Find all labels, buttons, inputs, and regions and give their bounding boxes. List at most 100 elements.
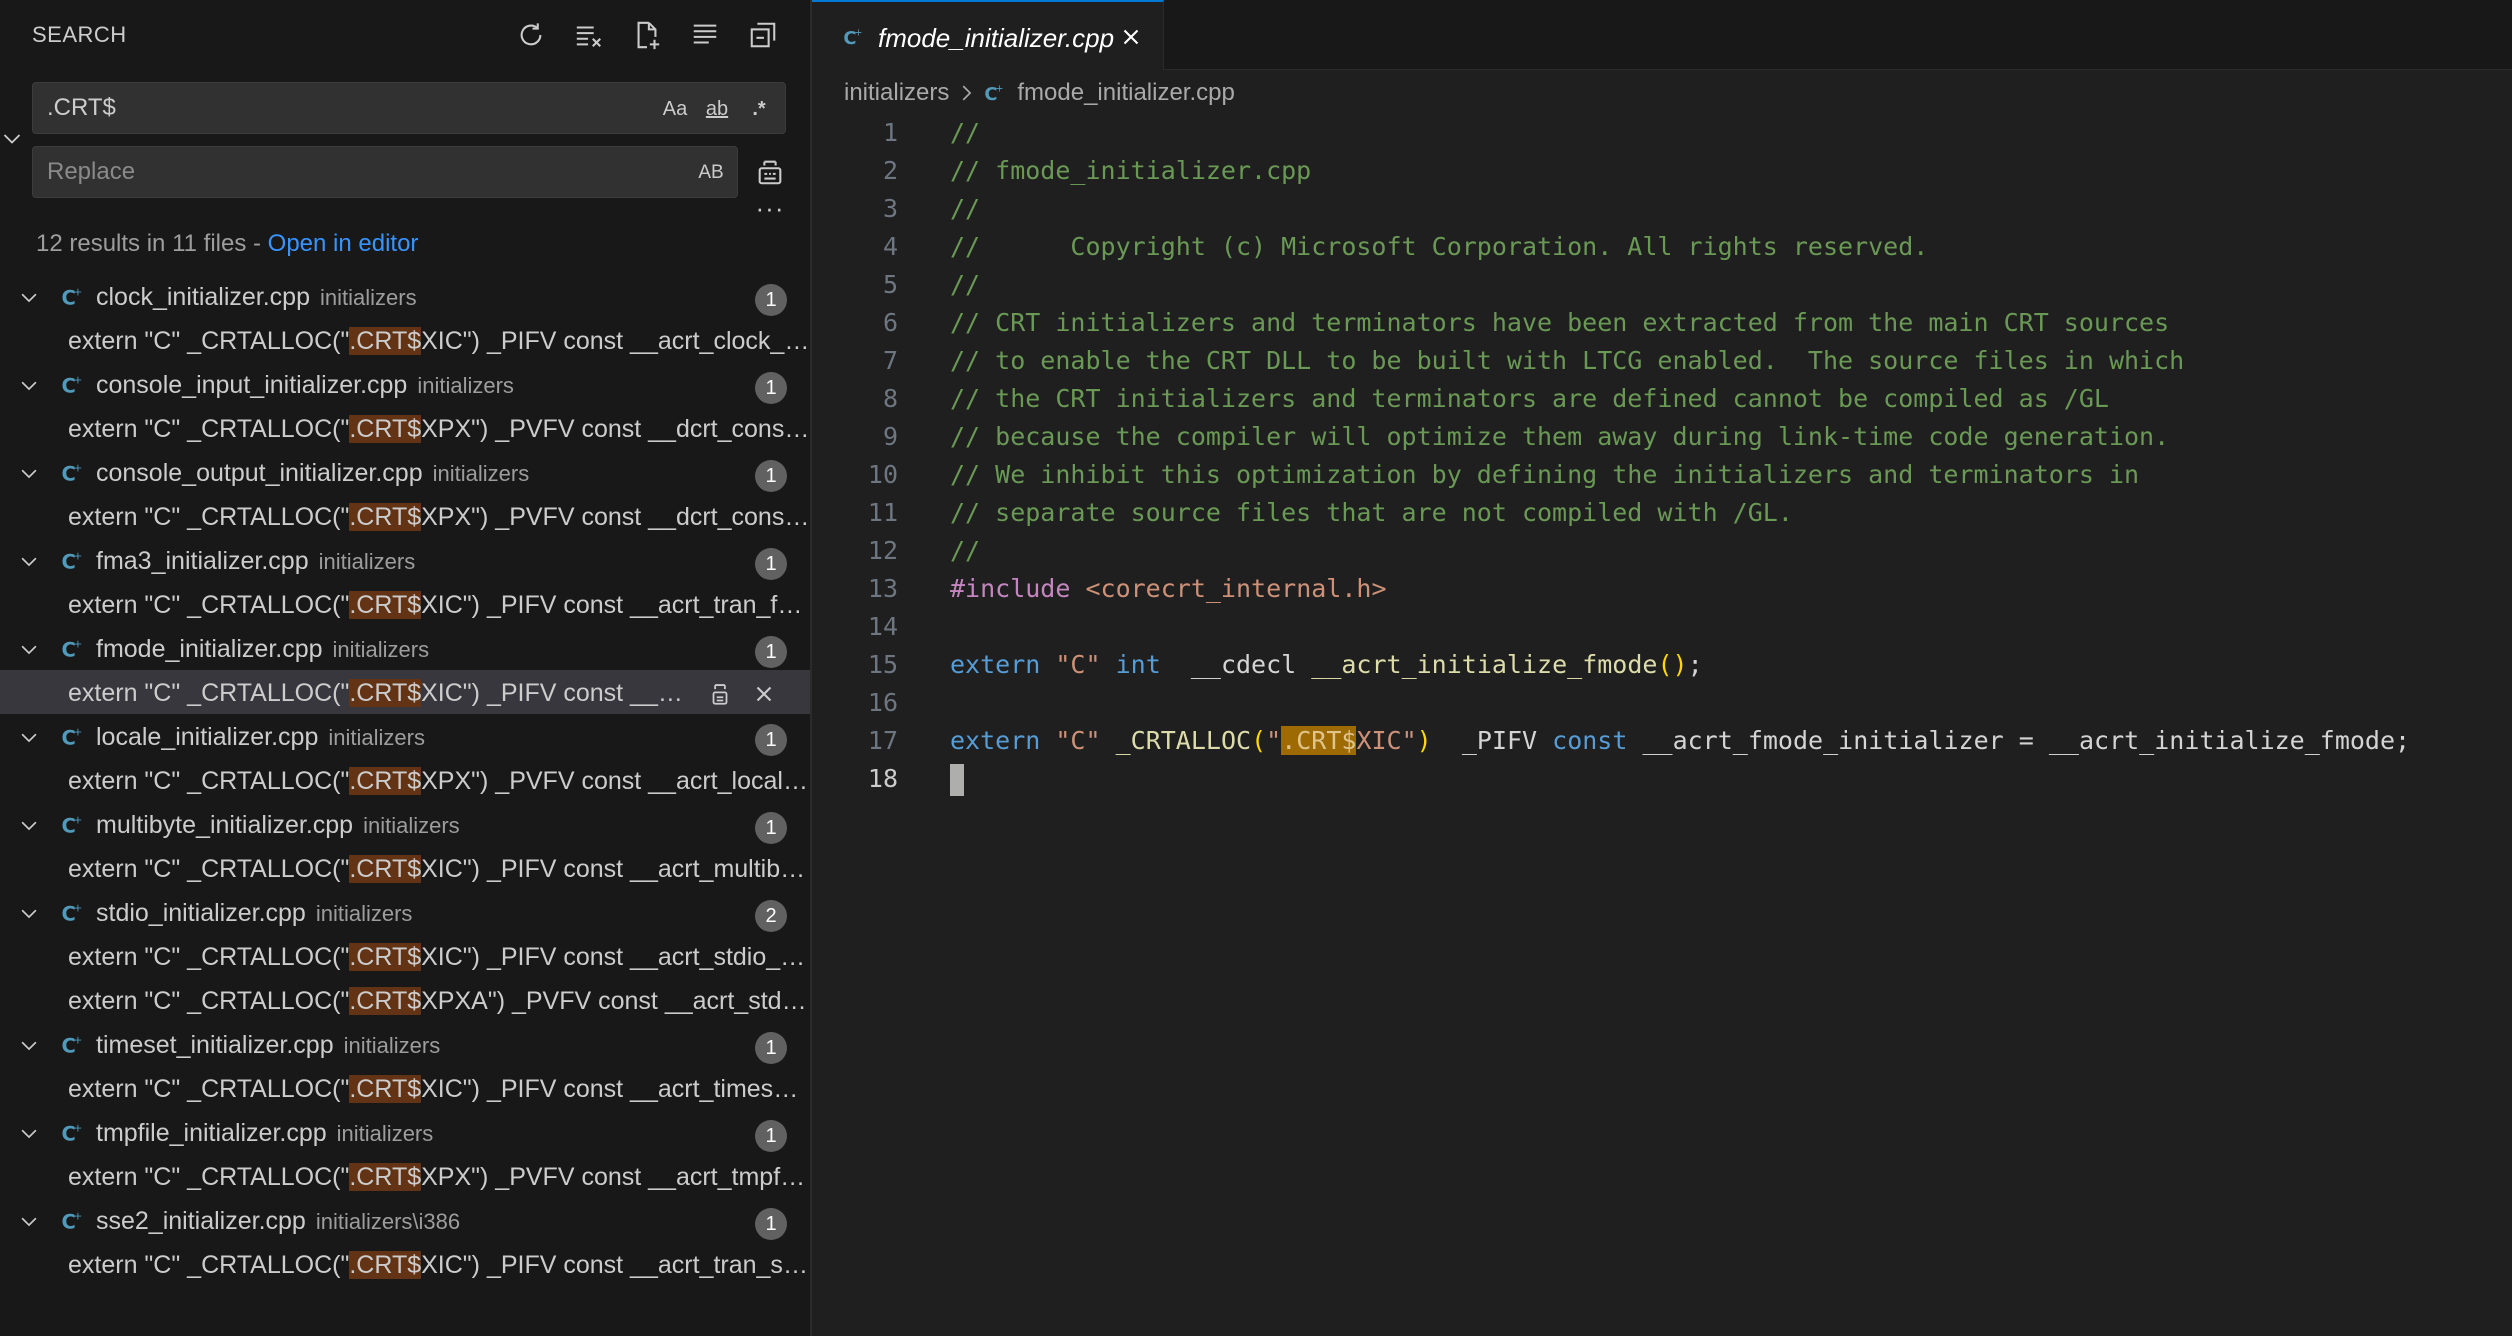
open-in-editor-link[interactable]: Open in editor [268, 230, 419, 257]
preserve-case-toggle[interactable]: AB [693, 156, 729, 190]
line-number: 4 [882, 232, 898, 261]
result-file-row[interactable]: C + fma3_initializer.cpp initializers 1 [0, 538, 810, 582]
code-token: extern [950, 650, 1041, 679]
search-sidebar: SEARCH Aa ab .* [0, 0, 812, 1336]
result-match-row[interactable]: extern "C" _CRTALLOC(".CRT$XIC") _PIFV c… [0, 1066, 810, 1110]
result-match-row[interactable]: extern "C" _CRTALLOC(".CRT$XPX") _PVFV c… [0, 494, 810, 538]
result-match-text: extern "C" _CRTALLOC(".CRT$XIC") _PIFV c… [68, 943, 810, 972]
view-as-tree-icon[interactable] [686, 16, 724, 54]
more-options-icon[interactable]: ··· [752, 195, 788, 228]
chevron-down-icon[interactable] [18, 726, 40, 748]
line-number: 6 [882, 308, 898, 337]
collapse-all-icon[interactable] [744, 16, 782, 54]
result-file-dir: initializers [336, 1121, 434, 1146]
result-count-badge: 1 [755, 724, 787, 756]
replace-all-icon[interactable] [752, 154, 788, 190]
result-file-row[interactable]: C + tmpfile_initializer.cpp initializers 1 [0, 1110, 810, 1154]
chevron-down-icon[interactable] [18, 1034, 40, 1056]
whole-word-toggle[interactable]: ab [699, 92, 735, 126]
match-suffix: XIC") _PIFV const __acrt_multibyte... [421, 855, 810, 883]
chevron-down-icon[interactable] [18, 1122, 40, 1144]
regex-toggle[interactable]: .* [741, 92, 777, 126]
code-token: ( [1251, 726, 1267, 755]
result-match-row[interactable]: extern "C" _CRTALLOC(".CRT$XIC") _PIFV c… [0, 582, 810, 626]
breadcrumb-folder[interactable]: initializers [844, 79, 949, 107]
line-number: 11 [867, 498, 898, 527]
dismiss-icon[interactable] [748, 678, 780, 710]
clear-results-icon[interactable] [570, 16, 608, 54]
replace-input[interactable] [33, 147, 737, 197]
match-highlight: .CRT$ [349, 327, 422, 355]
new-search-editor-icon[interactable] [628, 16, 666, 54]
result-file-row[interactable]: C + timeset_initializer.cpp initializers 1 [0, 1022, 810, 1066]
chevron-down-icon[interactable] [18, 814, 40, 836]
close-icon[interactable] [1118, 24, 1144, 50]
match-highlight: .CRT$ [349, 591, 422, 619]
code-line: 1 // [812, 114, 2512, 152]
cpp-file-icon: C + [60, 549, 84, 574]
result-file-row[interactable]: C + sse2_initializer.cpp initializers\i386 1 [0, 1198, 810, 1242]
line-text: // to enable the CRT DLL to be built wit… [950, 342, 2184, 380]
search-results-tree: C + clock_initializer.cpp initializers 1 exte… [0, 274, 810, 1286]
code-token: " [1266, 726, 1282, 755]
sidebar-title: SEARCH [32, 22, 127, 47]
tab-bar: C + fmode_initializer.cpp [812, 0, 2512, 70]
result-file-row[interactable]: C + stdio_initializer.cpp initializers 2 [0, 890, 810, 934]
line-number: 16 [867, 688, 898, 717]
code-token: // CRT initializers and terminators have… [950, 308, 2170, 337]
tab-label: fmode_initializer.cpp [878, 23, 1115, 53]
breadcrumb: initializers C + fmode_initializer.cpp [844, 78, 1235, 108]
chevron-down-icon[interactable] [18, 462, 40, 484]
code-line: 8 // the CRT initializers and terminators… [812, 380, 2512, 418]
match-suffix: XPX") _PVFV const __acrt_locale_te... [421, 767, 810, 795]
chevron-right-icon [955, 82, 977, 104]
chevron-down-icon[interactable] [18, 550, 40, 572]
result-match-row[interactable]: extern "C" _CRTALLOC(".CRT$XIC") _PIFV c… [0, 934, 810, 978]
result-file-row[interactable]: C + console_input_initializer.cpp initializ… [0, 362, 810, 406]
result-file-row[interactable]: C + locale_initializer.cpp initializers 1 [0, 714, 810, 758]
match-case-toggle[interactable]: Aa [657, 92, 693, 126]
match-highlight: .CRT$ [349, 855, 422, 883]
match-highlight: .CRT$ [349, 943, 422, 971]
result-match-row[interactable]: extern "C" _CRTALLOC(".CRT$XIC") _PIFV c… [0, 1242, 810, 1286]
refresh-icon[interactable] [512, 16, 550, 54]
result-match-row[interactable]: extern "C" _CRTALLOC(".CRT$XIC") _PIFV c… [0, 846, 810, 890]
code-token: // [950, 270, 981, 299]
code-token: int [1115, 650, 1161, 679]
result-match-row[interactable]: extern "C" _CRTALLOC(".CRT$XPX") _PVFV c… [0, 406, 810, 450]
tab-fmode-initializer[interactable]: C + fmode_initializer.cpp [812, 0, 1164, 70]
result-file-row[interactable]: C + multibyte_initializer.cpp initializers 1 [0, 802, 810, 846]
result-file-row[interactable]: C + clock_initializer.cpp initializers 1 [0, 274, 810, 318]
result-match-row[interactable]: extern "C" _CRTALLOC(".CRT$XPXA") _PVFV … [0, 978, 810, 1022]
replace-icon[interactable] [704, 678, 736, 710]
line-text: extern "C" int __cdecl __acrt_initialize… [950, 646, 1703, 684]
chevron-down-icon[interactable] [18, 902, 40, 924]
result-match-row[interactable]: extern "C" _CRTALLOC(".CRT$XPX") _PVFV c… [0, 1154, 810, 1198]
line-number: 10 [867, 460, 898, 489]
svg-text:+: + [854, 28, 862, 39]
line-number: 3 [882, 194, 898, 223]
result-file-name: fmode_initializer.cpp initializers [96, 635, 430, 663]
match-suffix: XIC") _PIFV const __acrt_stdio_init... [421, 943, 810, 971]
result-file-dir: initializers [332, 637, 430, 662]
code-token: // [950, 194, 981, 223]
cpp-file-icon: C + [983, 82, 1005, 105]
result-file-row[interactable]: C + fmode_initializer.cpp initializers 1 [0, 626, 810, 670]
result-file-row[interactable]: C + console_output_initializer.cpp initiali… [0, 450, 810, 494]
result-match-row[interactable]: extern "C" _CRTALLOC(".CRT$XPX") _PVFV c… [0, 758, 810, 802]
chevron-down-icon[interactable] [18, 638, 40, 660]
chevron-down-icon[interactable] [18, 374, 40, 396]
toggle-replace-chevron-icon[interactable] [0, 126, 24, 150]
code-editor[interactable]: 1 // 2 // fmode_initializer.cpp 3 // 4 // Copyr… [812, 114, 2512, 798]
code-line: 16 [812, 684, 2512, 722]
svg-text:+: + [74, 1211, 83, 1223]
line-text: // [950, 190, 980, 228]
result-match-text: extern "C" _CRTALLOC(".CRT$XPX") _PVFV c… [68, 1163, 810, 1192]
result-match-row[interactable]: extern "C" _CRTALLOC(".CRT$XIC") _PIFV c… [0, 670, 810, 714]
result-match-row[interactable]: extern "C" _CRTALLOC(".CRT$XIC") _PIFV c… [0, 318, 810, 362]
chevron-down-icon[interactable] [18, 286, 40, 308]
chevron-down-icon[interactable] [18, 1210, 40, 1232]
breadcrumb-file[interactable]: fmode_initializer.cpp [1017, 79, 1234, 107]
code-token: "C" [1055, 650, 1101, 679]
